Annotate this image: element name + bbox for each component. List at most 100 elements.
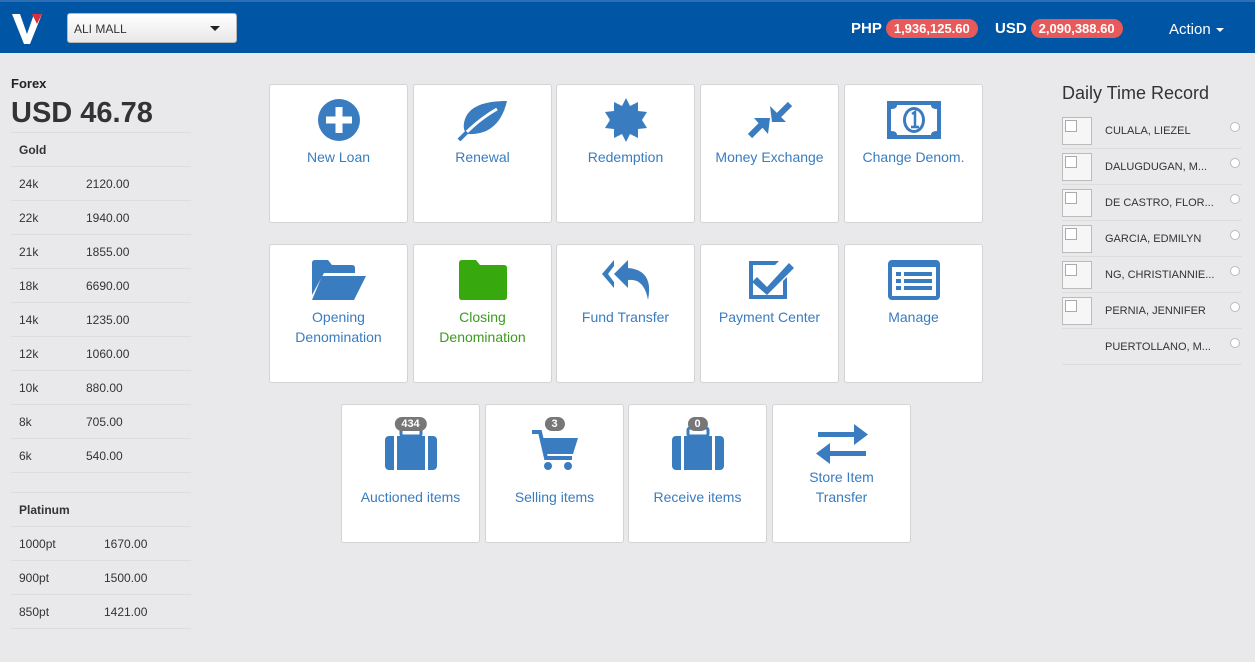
list-item[interactable]: CULALA, LIEZEL: [1062, 113, 1242, 149]
list-item[interactable]: DALUGDUGAN, M...: [1062, 149, 1242, 185]
avatar: [1062, 260, 1092, 289]
divider: [11, 473, 191, 493]
gold-karat: 8k: [19, 414, 32, 429]
receive-items-tile[interactable]: 0 Receive items: [628, 404, 767, 543]
chevron-down-icon: [210, 26, 220, 31]
receive-items-label: Receive items: [653, 489, 742, 505]
status-dot-icon: [1230, 122, 1240, 132]
renewal-tile[interactable]: Renewal: [413, 84, 552, 223]
closing-label-line2: Denomination: [439, 329, 526, 345]
employee-name: DALUGDUGAN, M...: [1105, 160, 1208, 173]
avatar: [1062, 224, 1092, 253]
closing-denomination-tile[interactable]: Closing Denomination: [413, 244, 552, 383]
list-item[interactable]: PERNIA, JENNIFER: [1062, 293, 1242, 329]
gold-karat: 22k: [19, 210, 39, 225]
gold-rate: 705.00: [86, 414, 123, 429]
gold-karat: 10k: [19, 380, 39, 395]
opening-denomination-tile[interactable]: Opening Denomination: [269, 244, 408, 383]
renewal-label: Renewal: [455, 149, 510, 165]
gold-rate: 1235.00: [86, 312, 130, 327]
table-row: 12k 1060.00: [11, 337, 191, 371]
status-dot-icon: [1230, 158, 1240, 168]
table-row: 850pt 1421.00: [11, 595, 191, 629]
manage-tile[interactable]: Manage: [844, 244, 983, 383]
banknote-icon: [845, 97, 982, 143]
platinum-grade: 900pt: [19, 570, 50, 585]
table-row: 24k 2120.00: [11, 167, 191, 201]
money-exchange-tile[interactable]: Money Exchange: [700, 84, 839, 223]
table-row: 10k 880.00: [11, 371, 191, 405]
gold-rate: 2120.00: [86, 176, 130, 191]
avatar: [1062, 188, 1092, 217]
employee-name: PERNIA, JENNIFER: [1105, 304, 1206, 317]
auctioned-items-tile[interactable]: 434 Auctioned items: [341, 404, 480, 543]
receive-count-badge: 0: [687, 417, 708, 431]
closing-label-line1: Closing: [459, 309, 506, 325]
status-dot-icon: [1230, 266, 1240, 276]
fund-transfer-tile[interactable]: Fund Transfer: [556, 244, 695, 383]
platinum-grade: 850pt: [19, 604, 50, 619]
opening-label-line1: Opening: [312, 309, 365, 325]
forex-value: USD 46.78: [11, 93, 191, 133]
branch-select[interactable]: ALI MALL: [67, 13, 237, 43]
store-label-line1: Store Item: [809, 469, 874, 485]
gold-rate: 1940.00: [86, 210, 130, 225]
closing-denomination-label: Closing Denomination: [418, 307, 547, 347]
new-loan-tile[interactable]: New Loan: [269, 84, 408, 223]
change-denom-tile[interactable]: Change Denom.: [844, 84, 983, 223]
gold-rate: 1855.00: [86, 244, 130, 259]
table-row: 1000pt 1670.00: [11, 527, 191, 561]
change-denom-label: Change Denom.: [862, 149, 965, 165]
broken-image-icon: [1065, 299, 1077, 312]
status-dot-icon: [1230, 338, 1240, 348]
new-loan-label: New Loan: [306, 149, 371, 165]
caret-down-icon: [1215, 28, 1224, 33]
avatar: [1062, 116, 1092, 145]
check-square-icon: [701, 257, 838, 303]
gold-karat: 24k: [19, 176, 39, 191]
certificate-icon: [557, 97, 694, 143]
platinum-rate: 1500.00: [104, 570, 148, 585]
broken-image-icon: [1065, 191, 1077, 204]
redemption-label: Redemption: [587, 149, 664, 165]
list-item[interactable]: NG, CHRISTIANNIE...: [1062, 257, 1242, 293]
selling-items-tile[interactable]: 3 Selling items: [485, 404, 624, 543]
list-item[interactable]: PUERTOLLANO, M...: [1062, 329, 1242, 365]
status-dot-icon: [1230, 302, 1240, 312]
redemption-tile[interactable]: Redemption: [556, 84, 695, 223]
gold-karat: 14k: [19, 312, 39, 327]
shopping-cart-icon: [486, 427, 623, 473]
gold-rate: 540.00: [86, 448, 123, 463]
employee-name: CULALA, LIEZEL: [1105, 124, 1191, 137]
list-item[interactable]: GARCIA, EDMILYN: [1062, 221, 1242, 257]
table-row: 8k 705.00: [11, 405, 191, 439]
store-label-line2: Transfer: [815, 489, 868, 505]
payment-center-tile[interactable]: Payment Center: [700, 244, 839, 383]
table-row: 14k 1235.00: [11, 303, 191, 337]
avatar: [1062, 296, 1092, 325]
broken-image-icon: [1065, 263, 1077, 276]
exchange-arrows-icon: [773, 421, 910, 467]
rates-sidebar: Forex USD 46.78 Gold 24k 2120.00 22k 1940.…: [11, 76, 191, 629]
store-item-transfer-tile[interactable]: Store Item Transfer: [772, 404, 911, 543]
briefcase-icon: [342, 425, 479, 471]
logo-icon[interactable]: [10, 10, 44, 46]
compress-arrows-icon: [701, 97, 838, 143]
briefcase-icon: [629, 425, 766, 471]
avatar: [1062, 152, 1092, 181]
plus-circle-icon: [270, 97, 407, 143]
folder-icon: [414, 257, 551, 303]
gold-karat: 21k: [19, 244, 39, 259]
opening-denomination-label: Opening Denomination: [274, 307, 403, 347]
platinum-rate: 1670.00: [104, 536, 148, 551]
branch-select-value: ALI MALL: [74, 22, 127, 36]
action-menu-label: Action: [1169, 21, 1211, 38]
payment-center-label: Payment Center: [718, 309, 821, 325]
list-alt-icon: [845, 257, 982, 303]
action-menu[interactable]: Action: [1169, 21, 1224, 38]
gold-karat: 6k: [19, 448, 32, 463]
employee-name: PUERTOLLANO, M...: [1105, 340, 1211, 353]
list-item[interactable]: DE CASTRO, FLOR...: [1062, 185, 1242, 221]
gold-rate: 1060.00: [86, 346, 130, 361]
top-navbar: ALI MALL PHP 1,936,125.60 USD 2,090,388.…: [0, 0, 1255, 53]
